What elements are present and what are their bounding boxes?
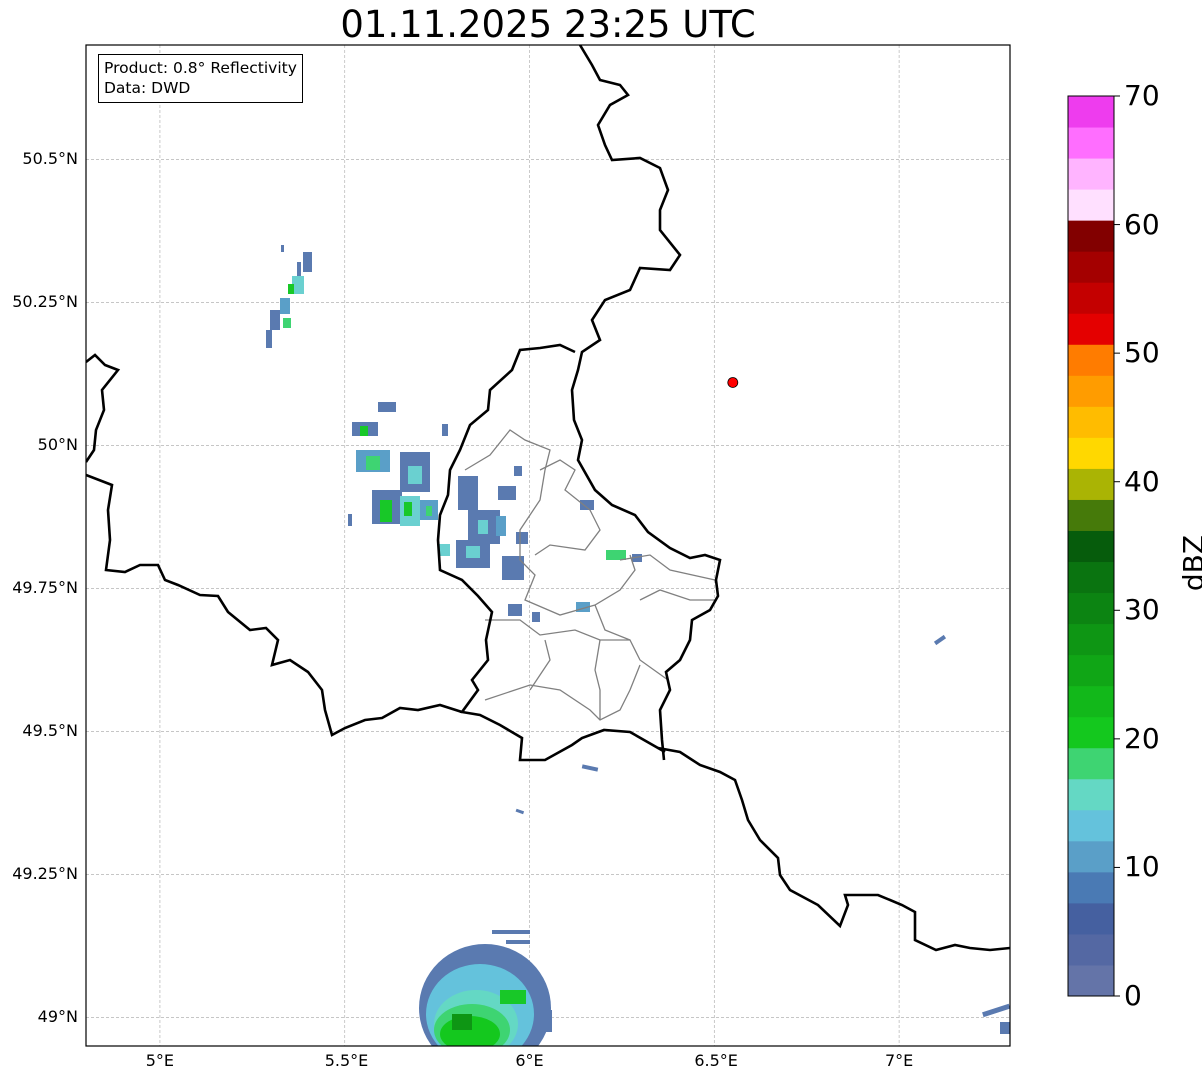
latitude-label: 49.25°N [12,864,78,884]
colorbar-unit-label: dBZ [1177,534,1202,592]
colorbar-segment [1068,313,1114,345]
colorbar-tick-label: 0 [1124,979,1142,1012]
product-info-box: Product: 0.8° Reflectivity Data: DWD [98,54,303,103]
colorbar-segment [1068,716,1114,749]
colorbar-segment [1068,251,1114,283]
colorbar-segment [1068,189,1114,221]
colorbar-segment [1068,747,1114,780]
colorbar-segment [1068,406,1114,438]
colorbar-tick-label: 70 [1124,79,1160,112]
product-label: Product: 0.8° Reflectivity [104,59,297,77]
longitude-label: 6°E [515,1051,544,1070]
colorbar-segment [1068,871,1114,904]
colorbar-segment [1068,902,1114,935]
colorbar-tick-label: 40 [1124,464,1160,498]
colorbar-tick-label: 20 [1124,721,1160,755]
longitude-label: 5.5°E [324,1051,369,1070]
colorbar-segment [1068,127,1114,159]
colorbar-segment [1068,933,1114,966]
colorbar-segment [1068,158,1114,190]
colorbar-segment [1068,344,1114,376]
colorbar-segment [1068,220,1114,252]
colorbar [1067,95,1120,997]
colorbar-segment [1068,437,1114,469]
longitude-label: 5°E [145,1051,175,1070]
colorbar-tick-label: 30 [1124,593,1160,627]
colorbar-tick-label: 60 [1124,207,1160,241]
latitude-label: 50°N [37,435,78,455]
data-source-label: Data: DWD [104,79,191,97]
colorbar-segment [1068,530,1114,563]
latitude-label: 50.25°N [12,292,78,312]
colorbar-segment [1068,778,1114,811]
radar-map [85,44,1120,1047]
longitude-label: 6.5°E [694,1051,738,1070]
latitude-label: 50.5°N [22,149,78,169]
colorbar-segment [1068,623,1114,656]
colorbar-tick-label: 50 [1124,336,1160,370]
colorbar-segment [1068,654,1114,687]
location-marker [727,377,739,388]
longitude-label: 7°E [884,1051,914,1070]
colorbar-tick-label: 10 [1124,850,1160,884]
latitude-label: 49°N [37,1007,78,1027]
latitude-label: 49.5°N [22,721,78,741]
colorbar-segment [1068,964,1114,997]
colorbar-segment [1068,96,1114,128]
colorbar-segment [1068,375,1114,407]
colorbar-segment [1068,592,1114,625]
colorbar-segment [1068,468,1114,500]
colorbar-segment [1068,685,1114,718]
colorbar-segment [1068,561,1114,594]
colorbar-segment [1068,840,1114,873]
colorbar-segment [1068,809,1114,842]
colorbar-segment [1068,282,1114,314]
latitude-label: 49.75°N [12,578,78,598]
colorbar-segment [1068,499,1114,531]
